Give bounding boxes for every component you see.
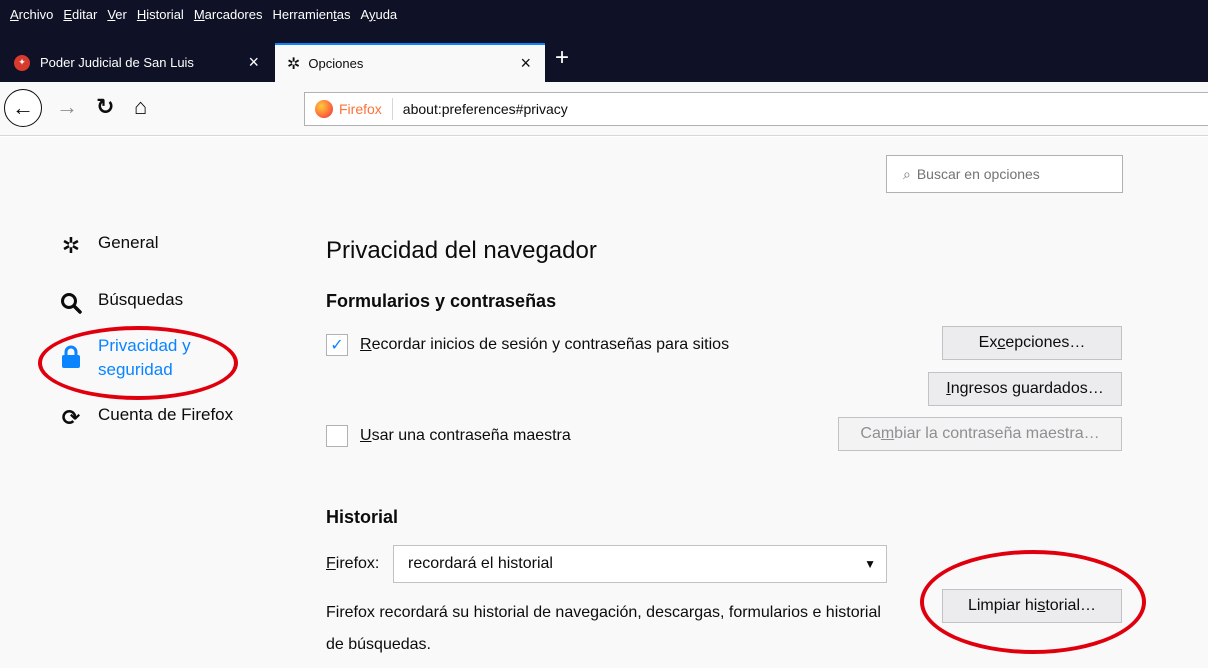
menu-historial[interactable]: Historial bbox=[137, 7, 184, 22]
history-heading: Historial bbox=[326, 507, 399, 527]
sidebar-item-label: General bbox=[98, 233, 159, 252]
search-input[interactable]: ⌕ Buscar en opciones bbox=[886, 155, 1123, 193]
arrow-left-icon: ← bbox=[12, 95, 34, 120]
sidebar-item-privacidad[interactable]: Privacidad y seguridad bbox=[58, 334, 191, 382]
search-icon bbox=[58, 290, 84, 316]
change-master-password-button[interactable]: Ca m biar la contraseña maestra… bbox=[838, 417, 1122, 451]
remember-logins-label: Recordar inicios de sesión y contraseñas… bbox=[360, 336, 730, 353]
chevron-down-icon: ▼ bbox=[864, 557, 876, 571]
reload-button[interactable]: ↻ bbox=[96, 94, 114, 120]
exceptions-button[interactable]: Ex c epciones… bbox=[942, 326, 1122, 360]
gear-icon: ✲ bbox=[61, 233, 81, 258]
master-password-row[interactable]: Usar una contraseña maestra bbox=[326, 425, 571, 447]
sync-icon: ⟳ bbox=[61, 405, 81, 430]
firefox-logo-icon bbox=[315, 100, 333, 118]
sidebar-item-cuenta[interactable]: ⟳ Cuenta de Firefox bbox=[58, 405, 233, 431]
tab-poder-judicial[interactable]: ✦ Poder Judicial de San Luis × bbox=[0, 43, 273, 82]
forward-button[interactable]: → bbox=[56, 94, 78, 120]
remember-logins-checkbox[interactable]: ✓ bbox=[326, 334, 348, 356]
lock-icon bbox=[58, 344, 84, 370]
close-tab-icon[interactable]: × bbox=[520, 53, 531, 74]
menu-herramientas[interactable]: Herramientas bbox=[272, 7, 350, 22]
history-mode-value: recordará el historial bbox=[408, 555, 553, 572]
url-text: about:preferences#privacy bbox=[402, 101, 568, 117]
sidebar-label-line: Privacidad y bbox=[98, 336, 191, 355]
menu-marcadores[interactable]: Marcadores bbox=[194, 7, 263, 22]
clear-history-button[interactable]: Limpiar hi s torial… bbox=[942, 589, 1122, 623]
history-mode-label: Firefox: bbox=[326, 555, 380, 572]
tab-title: Opciones bbox=[308, 56, 364, 71]
sidebar-item-label: Privacidad y seguridad bbox=[98, 334, 191, 382]
menu-archivo[interactable]: Archivo bbox=[10, 7, 53, 22]
menu-ver[interactable]: Ver bbox=[107, 7, 127, 22]
home-button[interactable]: ⌂ bbox=[134, 94, 147, 120]
history-description: Firefox recordará su historial de navega… bbox=[326, 604, 881, 653]
forms-heading: Formularios y contraseñas bbox=[326, 291, 557, 311]
menu-ayuda[interactable]: Ayuda bbox=[361, 7, 398, 22]
url-separator bbox=[391, 98, 393, 120]
new-tab-button[interactable]: + bbox=[555, 44, 569, 72]
search-icon: ⌕ bbox=[903, 165, 911, 182]
remember-logins-row[interactable]: ✓ Recordar inicios de sesión y contraseñ… bbox=[326, 334, 729, 356]
master-password-label: Usar una contraseña maestra bbox=[360, 427, 571, 444]
gear-icon: ✲ bbox=[287, 55, 301, 73]
back-button[interactable]: ← bbox=[4, 89, 42, 127]
menu-editar[interactable]: Editar bbox=[63, 7, 97, 22]
site-favicon-icon: ✦ bbox=[14, 54, 30, 71]
sidebar-item-general[interactable]: ✲ General bbox=[58, 233, 159, 259]
sidebar-item-label: Cuenta de Firefox bbox=[98, 405, 234, 424]
sidebar-label-line: seguridad bbox=[98, 360, 173, 379]
saved-logins-button[interactable]: Ingresos guardados… bbox=[928, 372, 1122, 406]
preferences-content: ⌕ Buscar en opciones ✲ General Búsquedas… bbox=[0, 137, 1208, 668]
tab-strip: ✦ Poder Judicial de San Luis × ✲ Opcione… bbox=[0, 36, 1208, 82]
identity-label: Firefox bbox=[339, 101, 382, 117]
sidebar-item-label: Búsquedas bbox=[98, 290, 184, 309]
master-password-checkbox[interactable] bbox=[326, 425, 348, 447]
close-tab-icon[interactable]: × bbox=[248, 52, 259, 73]
tab-title: Poder Judicial de San Luis bbox=[40, 55, 194, 70]
sidebar-item-busquedas[interactable]: Búsquedas bbox=[58, 290, 183, 316]
page-title: Privacidad del navegador bbox=[326, 237, 597, 264]
menu-bar: Archivo Editar Ver Historial Marcadores … bbox=[0, 0, 1208, 36]
navigation-bar: ← → ↻ ⌂ Firefox about:preferences#privac… bbox=[0, 82, 1208, 136]
history-mode-select[interactable]: recordará el historial ▼ bbox=[393, 545, 887, 583]
url-bar[interactable]: Firefox about:preferences#privacy bbox=[304, 92, 1208, 126]
search-placeholder: Buscar en opciones bbox=[916, 166, 1040, 182]
tab-opciones[interactable]: ✲ Opciones × bbox=[275, 43, 545, 82]
